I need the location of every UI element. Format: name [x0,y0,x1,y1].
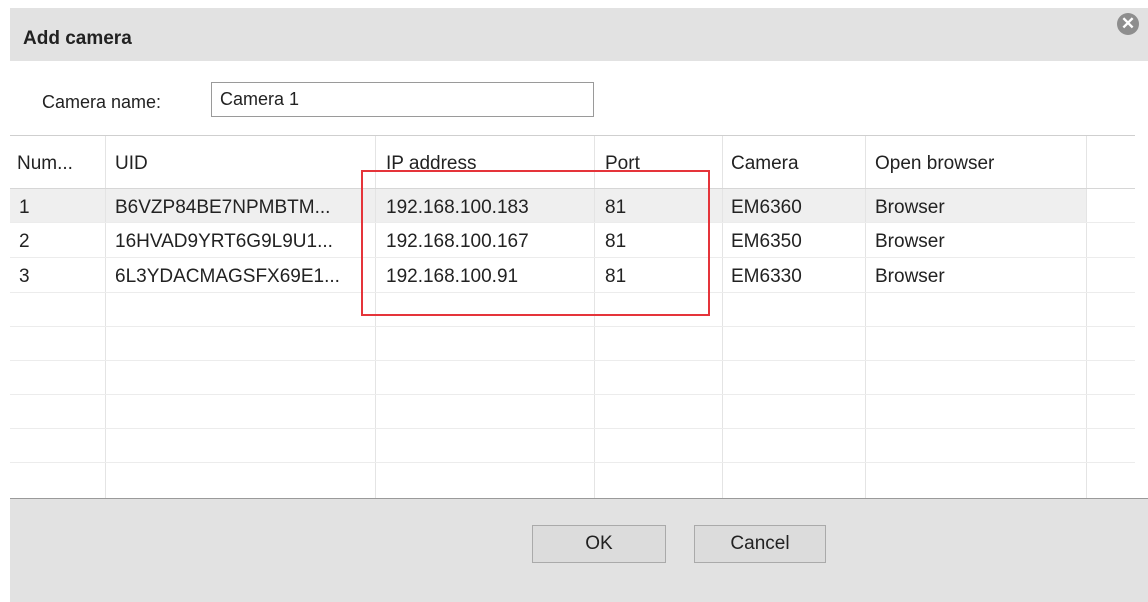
dialog-title: Add camera [23,28,132,49]
open-browser-link[interactable]: Browser [875,266,945,288]
camera-name-label: Camera name: [42,92,162,112]
ok-button[interactable]: OK [532,525,666,563]
column-divider[interactable] [594,136,595,498]
cell-ip-address: 192.168.100.183 [386,197,529,218]
row-divider [10,428,1135,429]
camera-name-input[interactable] [211,82,594,117]
cell-camera: EM6360 [731,197,802,218]
column-divider[interactable] [105,136,106,498]
cell-num: 2 [19,231,30,252]
row-divider [10,462,1135,463]
cell-port: 81 [605,266,627,287]
column-header-camera[interactable]: Camera [731,153,799,175]
row-divider [10,326,1135,327]
cell-uid: 6L3YDACMAGSFX69E1... [115,266,340,287]
row-divider [10,222,1135,223]
cell-camera: EM6350 [731,231,802,252]
column-header-num[interactable]: Num... [17,153,73,175]
cell-ip-address: 192.168.100.91 [386,266,519,287]
open-browser-link[interactable]: Browser [875,197,945,219]
cancel-button[interactable]: Cancel [694,525,826,563]
column-divider[interactable] [1086,136,1087,498]
column-header-ip-address[interactable]: IP address [386,153,476,175]
cell-num: 3 [19,266,30,287]
cell-uid: 16HVAD9YRT6G9L9U1... [115,231,333,252]
row-divider [10,292,1135,293]
cell-uid: B6VZP84BE7NPMBTM... [115,197,331,218]
column-divider[interactable] [865,136,866,498]
cell-port: 81 [605,231,627,252]
column-header-open-browser[interactable]: Open browser [875,153,994,175]
dialog-titlebar: Add camera [10,8,1148,61]
row-divider [10,257,1135,258]
camera-table: Num... UID IP address Port Camera Open b… [10,135,1135,499]
column-header-uid[interactable]: UID [115,153,148,175]
cell-port: 81 [605,197,627,218]
row-divider [10,394,1135,395]
column-header-port[interactable]: Port [605,153,640,175]
row-divider [10,360,1135,361]
cell-camera: EM6330 [731,266,802,287]
column-divider[interactable] [375,136,376,498]
column-divider[interactable] [722,136,723,498]
close-icon[interactable]: ✕ [1117,13,1139,35]
open-browser-link[interactable]: Browser [875,231,945,253]
add-camera-dialog: Add camera ✕ Camera name: Num... UID IP … [0,0,1148,602]
cell-ip-address: 192.168.100.167 [386,231,529,252]
header-divider [10,188,1135,189]
cell-num: 1 [19,197,30,218]
